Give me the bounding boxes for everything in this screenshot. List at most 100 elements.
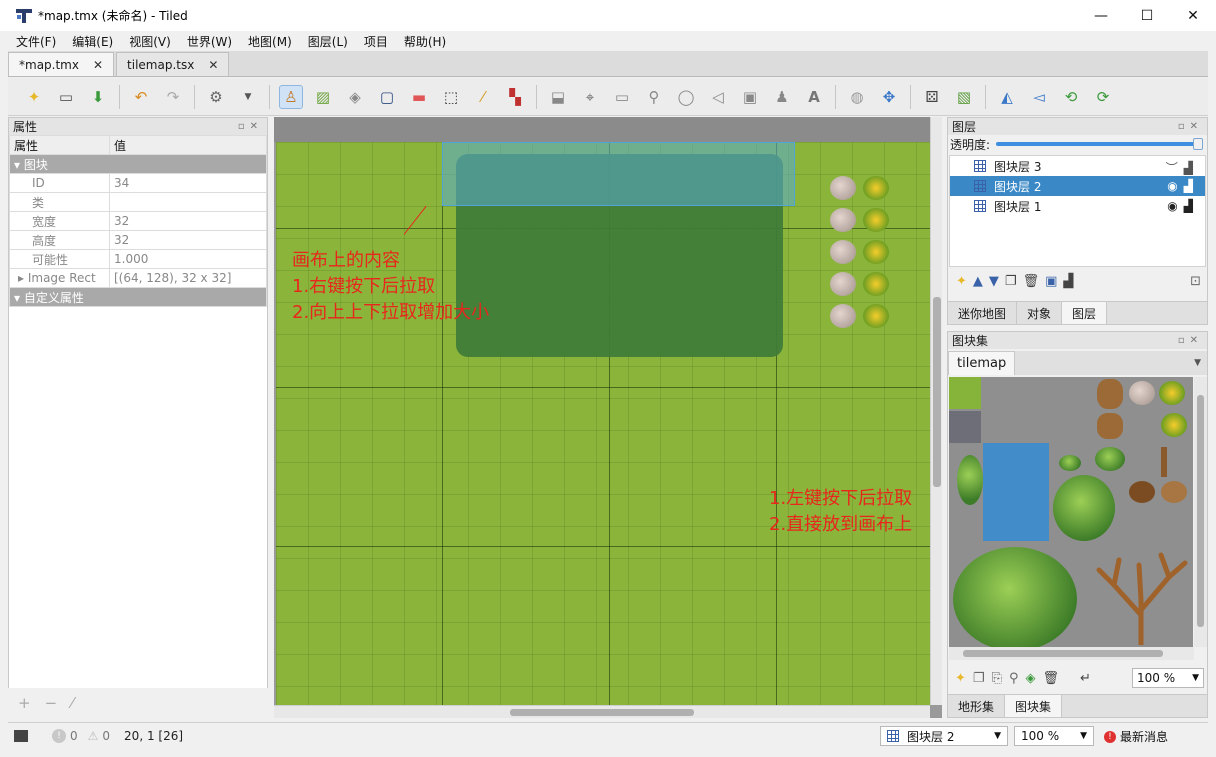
chevron-down-icon[interactable]: ▼ — [237, 86, 259, 108]
tab-layers[interactable]: 图层 — [1062, 302, 1108, 324]
eraser-icon[interactable]: ▬ — [408, 86, 430, 108]
rock-tile[interactable] — [1129, 381, 1155, 405]
remove-tileset-icon[interactable]: 🗑 — [1043, 671, 1060, 686]
log-pile-tile[interactable] — [1161, 481, 1187, 503]
minimize-button[interactable]: — — [1078, 0, 1124, 31]
insert-tile-icon[interactable]: ▣ — [739, 86, 761, 108]
table-row[interactable]: 类 — [9, 192, 267, 212]
select-objects-icon[interactable]: ⬓ — [547, 86, 569, 108]
grass-tuft-tile[interactable] — [1095, 447, 1125, 471]
tab-minimap[interactable]: 迷你地图 — [948, 302, 1018, 324]
group-tile[interactable]: ▾ 图块 — [9, 154, 267, 174]
list-item[interactable]: 图块层 1 ◉▟ — [950, 196, 1205, 216]
panel-float-close-icons[interactable]: ▫✕ — [1178, 335, 1203, 346]
lower-layer-icon[interactable]: ▼ — [989, 274, 999, 289]
show-hide-others-icon[interactable]: ▣ — [1045, 274, 1057, 289]
table-row[interactable]: 可能性 1.000 — [9, 249, 267, 269]
panel-float-close-icons[interactable]: ▫✕ — [238, 121, 263, 132]
maximize-button[interactable]: ☐ — [1124, 0, 1170, 31]
raise-layer-icon[interactable]: ▲ — [973, 274, 983, 289]
tab-tilemap[interactable]: tilemap — [948, 351, 1016, 375]
tab-tilemap-tsx[interactable]: tilemap.tsx ✕ — [116, 52, 230, 76]
slider-handle[interactable] — [1193, 138, 1203, 150]
menu-file[interactable]: 文件(F) — [8, 33, 64, 50]
tab-objects[interactable]: 对象 — [1017, 302, 1063, 324]
edit-polygons-icon[interactable]: ⌖ — [579, 86, 601, 108]
chevron-down-icon[interactable]: ▼ — [1194, 358, 1201, 368]
menu-help[interactable]: 帮助(H) — [396, 33, 454, 50]
close-button[interactable]: ✕ — [1170, 0, 1216, 31]
console-icon[interactable] — [14, 729, 28, 742]
edit-tileset-icon[interactable]: ⚲ — [1009, 671, 1019, 686]
post-tile[interactable] — [1161, 447, 1167, 477]
flower-tile[interactable] — [1159, 381, 1185, 405]
tileset-horizontal-scrollbar[interactable] — [949, 647, 1194, 660]
menu-view[interactable]: 视图(V) — [121, 33, 179, 50]
world-tool-icon[interactable]: ◍ — [846, 86, 868, 108]
wang-fill-icon[interactable]: ▧ — [953, 86, 975, 108]
tab-map-tmx[interactable]: *map.tmx ✕ — [8, 52, 115, 76]
insert-point-icon[interactable]: ⚲ — [643, 86, 665, 108]
stump-tile[interactable] — [1097, 379, 1123, 409]
opacity-slider[interactable] — [996, 138, 1203, 150]
move-icon[interactable]: ✥ — [878, 86, 900, 108]
bush-tile[interactable] — [957, 455, 983, 505]
rotate-left-icon[interactable]: ⟲ — [1060, 86, 1082, 108]
new-tileset-icon[interactable]: ✦ — [955, 671, 966, 686]
list-item[interactable]: 图块层 2 ◉▟ — [950, 176, 1205, 196]
table-row[interactable]: ID 34 — [9, 173, 267, 193]
rotate-right-icon[interactable]: ⟳ — [1092, 86, 1114, 108]
list-item[interactable]: 图块层 3 ︶▟ — [950, 156, 1205, 176]
dynamic-wrap-icon[interactable]: ↵ — [1080, 671, 1091, 686]
map-canvas[interactable]: 画布上的内容 1.右键按下后拉取 2.向上上下拉取增加大小 — [276, 142, 930, 705]
open-file-icon[interactable]: ▭ — [55, 86, 77, 108]
menu-edit[interactable]: 编辑(E) — [64, 33, 121, 50]
new-layer-icon[interactable]: ✦ — [956, 274, 967, 289]
bucket-fill-icon[interactable]: ◈ — [344, 86, 366, 108]
insert-polygon-icon[interactable]: ◁ — [707, 86, 729, 108]
grass-tile[interactable] — [949, 377, 981, 409]
delete-layer-icon[interactable]: 🗑 — [1023, 274, 1040, 289]
insert-template-icon[interactable]: ♟ — [771, 86, 793, 108]
insert-text-icon[interactable]: A — [803, 86, 825, 108]
warning-count[interactable]: ⚠ 0 — [88, 729, 110, 743]
menu-project[interactable]: 项目 — [356, 33, 396, 50]
export-tileset-icon[interactable]: ⎘ — [992, 671, 1002, 686]
table-row[interactable]: 宽度 32 — [9, 211, 267, 231]
grass-tuft-tile[interactable] — [1059, 455, 1081, 471]
add-property-icon[interactable]: + — [18, 694, 31, 712]
command-gear-icon[interactable]: ⚙ — [205, 86, 227, 108]
menu-world[interactable]: 世界(W) — [179, 33, 240, 50]
empty-tile[interactable] — [949, 411, 981, 443]
flower-tile[interactable] — [1161, 413, 1187, 437]
flip-horizontal-icon[interactable]: ◭ — [996, 86, 1018, 108]
table-row[interactable]: ▸ Image Rect [(64, 128), 32 x 32] — [9, 268, 267, 288]
undo-icon[interactable]: ↶ — [130, 86, 152, 108]
table-row[interactable]: 高度 32 — [9, 230, 267, 250]
lock-icon[interactable]: ▟ — [1063, 274, 1073, 289]
current-layer-select[interactable]: 图块层 2 ▼ — [880, 726, 1008, 746]
duplicate-layer-icon[interactable]: ❐ — [1005, 274, 1017, 289]
stump-tile[interactable] — [1097, 413, 1123, 439]
tab-tilesets[interactable]: 图块集 — [1005, 695, 1063, 717]
large-bush-tile[interactable] — [953, 547, 1077, 647]
magic-wand-icon[interactable]: ⁄ — [472, 86, 494, 108]
eye-lock-icons[interactable]: ◉▟ — [1167, 199, 1199, 213]
flip-vertical-icon[interactable]: ◅ — [1028, 86, 1050, 108]
panel-float-close-icons[interactable]: ▫✕ — [1178, 121, 1203, 132]
canvas-vertical-scrollbar[interactable] — [930, 117, 942, 705]
terrain-brush-icon[interactable]: ▨ — [312, 86, 334, 108]
insert-rectangle-icon[interactable]: ▭ — [611, 86, 633, 108]
shape-fill-icon[interactable]: ▢ — [376, 86, 398, 108]
hidden-eye-lock-icons[interactable]: ︶▟ — [1166, 159, 1199, 176]
dead-tree-tile[interactable] — [1089, 545, 1193, 645]
group-custom-properties[interactable]: ▾ 自定义属性 — [9, 287, 267, 307]
menu-layer[interactable]: 图层(L) — [300, 33, 356, 50]
tileset-vertical-scrollbar[interactable] — [1194, 377, 1207, 647]
embed-tileset-icon[interactable]: ❐ — [973, 671, 985, 686]
save-icon[interactable]: ⬇ — [87, 86, 109, 108]
tab-terrain-sets[interactable]: 地形集 — [948, 695, 1006, 717]
stamp-brush-icon[interactable]: ♙ — [279, 84, 303, 109]
eye-lock-icons[interactable]: ◉▟ — [1167, 179, 1199, 193]
tileset-properties-icon[interactable]: ◈ — [1026, 671, 1036, 686]
